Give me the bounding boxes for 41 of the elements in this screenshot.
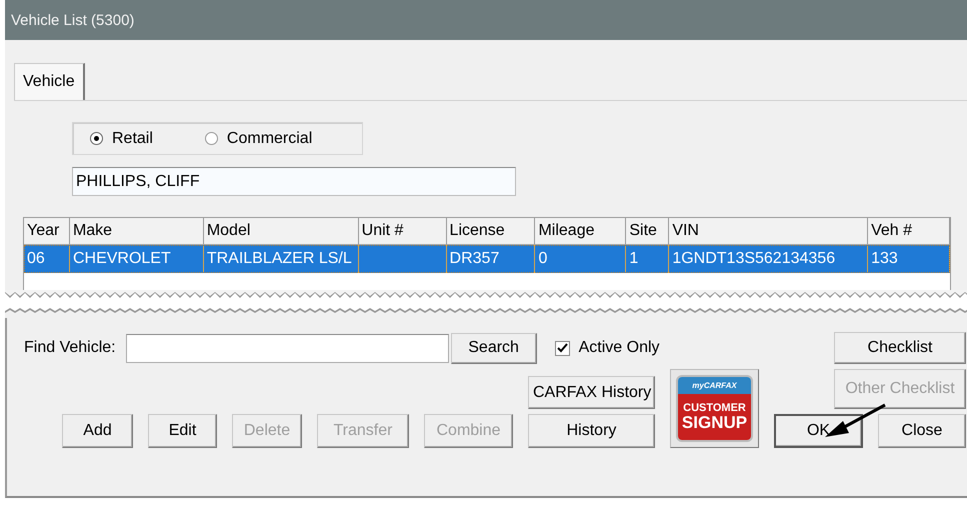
radio-button[interactable]: [204, 132, 218, 145]
checkbox[interactable]: [554, 340, 570, 356]
column-header[interactable]: Mileage: [535, 218, 626, 245]
column-header[interactable]: Veh #: [868, 218, 950, 245]
carfax-history-button[interactable]: CARFAX History: [528, 376, 655, 409]
window-title: Vehicle List (5300): [11, 12, 134, 28]
radio-option[interactable]: Retail: [90, 130, 153, 148]
action-button[interactable]: Add: [62, 414, 133, 448]
table-cell: DR357: [450, 250, 500, 267]
tab[interactable]: Vehicle: [14, 63, 85, 100]
column-header[interactable]: Unit #: [358, 218, 447, 245]
logo-text: SIGNUP: [682, 414, 748, 431]
customer-name-field[interactable]: PHILLIPS, CLIFF: [72, 167, 516, 196]
history-button[interactable]: History: [528, 414, 655, 448]
column-header[interactable]: Model: [204, 218, 359, 245]
table-cell: 133: [871, 250, 898, 267]
column-header[interactable]: Site: [626, 218, 670, 245]
table-row[interactable]: 06 CHEVROLET TRAILBLAZER LS/L DR357 0 1 1GNDT13S562134356 133: [24, 245, 950, 273]
find-label: Find Vehicle:: [24, 339, 116, 357]
customer-signup-button[interactable]: myCARFAX CUSTOMER SIGNUP: [670, 369, 759, 448]
table-cell: 0: [538, 250, 548, 267]
dialog-button[interactable]: Close: [878, 414, 966, 448]
checklist-button[interactable]: Checklist: [834, 332, 966, 364]
search-button[interactable]: Search: [450, 332, 537, 364]
logo-text: myCARFAX: [678, 377, 751, 394]
table-cell: 1GNDT13S562134356: [672, 250, 836, 267]
active-only-label[interactable]: Active Only: [578, 339, 660, 357]
column-header[interactable]: Year: [24, 218, 70, 245]
column-header[interactable]: Make: [70, 218, 204, 245]
column-header[interactable]: License: [446, 218, 536, 245]
logo-text: CUSTOMER: [683, 403, 746, 414]
action-button[interactable]: Edit: [148, 414, 217, 448]
find-vehicle-field[interactable]: [126, 334, 449, 362]
radio-button[interactable]: [90, 132, 103, 145]
table-cell: 06: [27, 250, 45, 267]
table-cell: CHEVROLET: [72, 250, 171, 267]
dialog-button[interactable]: OK: [774, 414, 863, 448]
table-cell: TRAILBLAZER LS/L: [206, 250, 352, 267]
radio-option[interactable]: Commercial: [204, 130, 312, 148]
column-header[interactable]: VIN: [669, 218, 868, 245]
table-cell: 1: [629, 250, 638, 267]
